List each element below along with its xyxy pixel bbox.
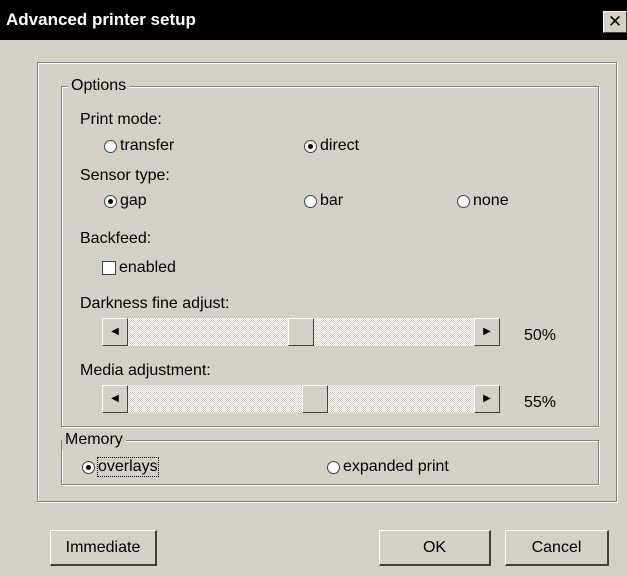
close-icon[interactable]: ✕ (603, 11, 627, 33)
sensor-type-none-radio[interactable]: none (457, 191, 509, 211)
print-mode-label: Print mode: (80, 111, 162, 128)
radio-label: direct (320, 137, 360, 154)
left-arrow-icon[interactable]: ◀ (102, 318, 128, 346)
radio-indicator (457, 194, 470, 208)
memory-legend: Memory (62, 430, 126, 450)
title-bar: Advanced printer setup ✕ (0, 0, 627, 40)
options-legend: Options (68, 76, 130, 96)
right-arrow-icon[interactable]: ▶ (474, 318, 500, 346)
sensor-type-label: Sensor type: (80, 167, 170, 184)
cancel-button[interactable]: Cancel (505, 530, 609, 566)
right-arrow-icon[interactable]: ▶ (474, 385, 500, 413)
backfeed-label: Backfeed: (80, 230, 152, 247)
radio-label: none (473, 192, 509, 209)
sensor-type-gap-radio[interactable]: gap (104, 191, 147, 211)
slider-thumb[interactable] (302, 385, 328, 413)
checkbox-label: enabled (119, 259, 176, 276)
darkness-value: 50% (524, 327, 557, 344)
immediate-button[interactable]: Immediate (50, 530, 157, 566)
radio-indicator (104, 194, 117, 208)
media-adjustment-slider[interactable]: ◀ ▶ (102, 385, 500, 413)
radio-indicator (304, 194, 317, 208)
left-arrow-icon[interactable]: ◀ (102, 385, 128, 413)
ok-button[interactable]: OK (379, 530, 491, 566)
radio-indicator (104, 139, 117, 153)
darkness-slider[interactable]: ◀ ▶ (102, 318, 500, 346)
radio-label: bar (320, 192, 344, 209)
slider-thumb[interactable] (288, 318, 314, 346)
sensor-type-bar-radio[interactable]: bar (304, 191, 343, 211)
radio-label: overlays (97, 457, 159, 477)
window-title: Advanced printer setup (6, 10, 196, 29)
backfeed-enabled-checkbox[interactable]: enabled (102, 258, 176, 278)
memory-expanded-print-radio[interactable]: expanded print (327, 457, 449, 477)
radio-label: gap (120, 192, 147, 209)
media-adjustment-value: 55% (524, 394, 557, 411)
print-mode-direct-radio[interactable]: direct (304, 136, 359, 156)
radio-label: expanded print (343, 458, 449, 475)
darkness-label: Darkness fine adjust: (80, 295, 230, 312)
checkbox-indicator (102, 261, 116, 275)
radio-label: transfer (120, 137, 175, 154)
radio-indicator (304, 139, 317, 153)
memory-overlays-radio[interactable]: overlays (82, 457, 159, 477)
radio-indicator (327, 460, 340, 474)
media-adjustment-label: Media adjustment: (80, 362, 211, 379)
radio-indicator (82, 460, 95, 474)
print-mode-transfer-radio[interactable]: transfer (104, 136, 174, 156)
